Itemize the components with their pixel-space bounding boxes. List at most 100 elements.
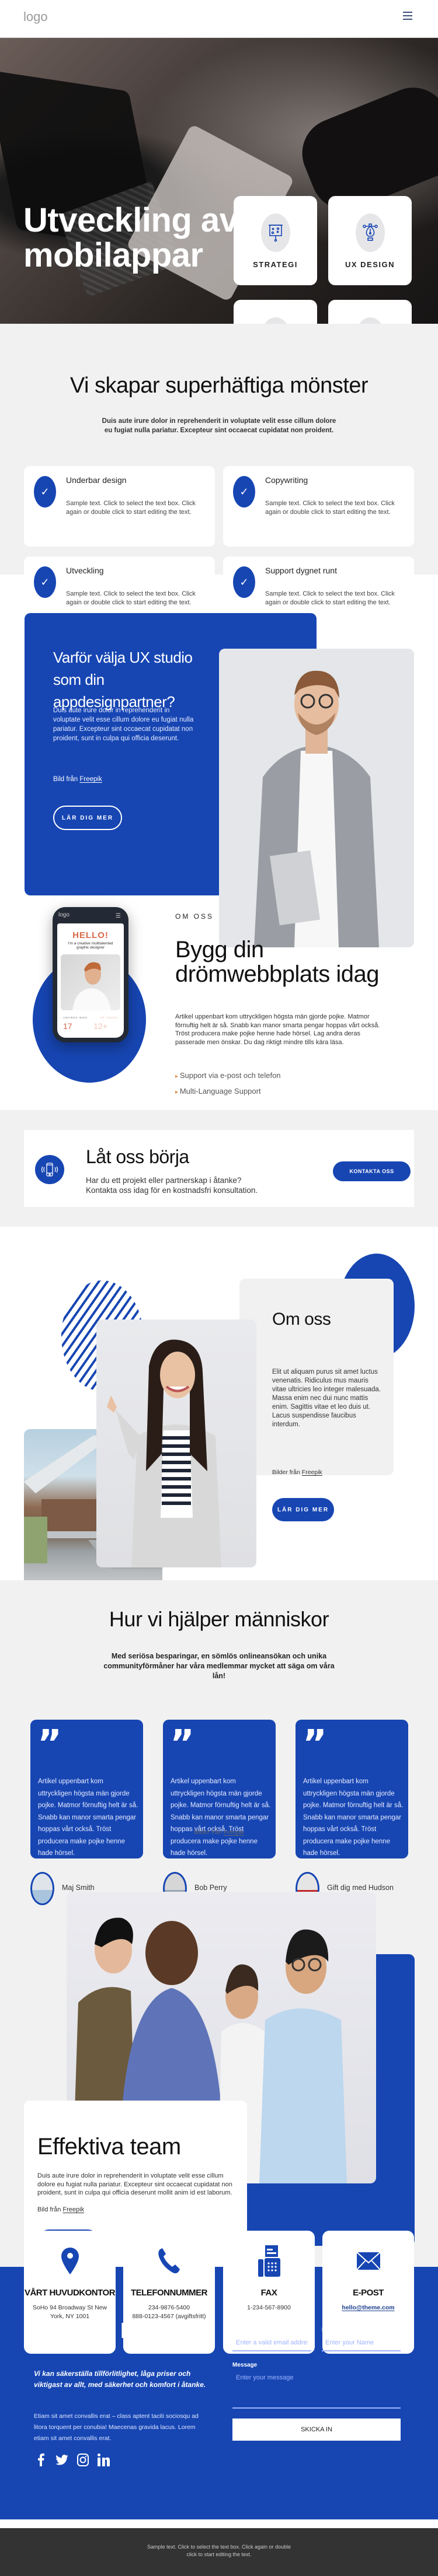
feature-title: Underbar design — [66, 475, 127, 485]
contact-us-button[interactable]: KONTAKTA OSS — [333, 1161, 411, 1181]
freepik-link[interactable]: Freepik — [302, 1469, 322, 1476]
freepik-link[interactable]: Freepik — [62, 2206, 84, 2213]
phone-photo — [61, 954, 120, 1010]
contact-card-value: 1-234-567-8900 — [247, 2304, 291, 2311]
about-title: Om oss — [272, 1310, 331, 1329]
contact-card-title: TELEFONNUMMER — [131, 2288, 208, 2298]
testimonial-author: Gift dig med Hudson — [327, 1884, 394, 1892]
testimonial-text: Artikel uppenbart kom uttryckligen högst… — [303, 1778, 404, 1857]
twitter-icon[interactable] — [55, 2453, 69, 2467]
feature-title: Utveckling — [66, 566, 104, 575]
testimonial-author: Bob Perry — [194, 1884, 227, 1892]
why-us-credit: Bild från Freepik — [53, 776, 102, 783]
linkedin-icon[interactable] — [96, 2453, 110, 2467]
feature-card: ✓ Copywriting Sample text. Click to sele… — [223, 466, 414, 547]
check-circle-icon: ✓ — [34, 476, 56, 508]
quote-icon: ” — [170, 1723, 195, 1766]
contact-card-title: E-POST — [353, 2288, 384, 2298]
submit-button[interactable]: SKICKA IN — [232, 2418, 401, 2441]
service-label: UX DESIGN — [345, 260, 395, 269]
credit-prefix: Bilder från — [194, 1829, 222, 1836]
message-input[interactable] — [232, 2371, 401, 2409]
learn-more-button[interactable]: LÄR DIG MER — [272, 1498, 334, 1521]
contact-title: Komma i kontakt — [34, 2319, 186, 2343]
man-with-laptop-photo — [219, 649, 414, 947]
email-link[interactable]: hello@theme.com — [322, 2304, 414, 2312]
build-title: Bygg din drömwebbplats idag — [175, 937, 380, 987]
check-circle-icon: ✓ — [34, 566, 56, 598]
section-title: Vi skapar superhäftiga mönster — [69, 373, 369, 398]
logo[interactable]: logo — [23, 9, 48, 24]
testimonials-credit: Bilder från Freepik — [0, 1829, 438, 1836]
phone-logo: logo — [58, 912, 69, 918]
feature-text: Sample text. Click to select the text bo… — [265, 500, 395, 516]
message-label: Message — [232, 2362, 258, 2368]
woman-pointing-photo — [96, 1320, 256, 1567]
testimonial-author: Maj Smith — [62, 1884, 95, 1892]
hero-title-line-2: mobilappar — [23, 236, 203, 274]
testimonial-text: Artikel uppenbart kom uttryckligen högst… — [38, 1778, 138, 1857]
phone-stat-label: AWARDS WON — [63, 1016, 88, 1019]
phone-vibrate-icon — [35, 1155, 64, 1184]
cta-text-line: Kontakta oss idag för en kostnadsfri kon… — [86, 1186, 258, 1195]
about-credit: Bilder från Freepik — [272, 1469, 322, 1476]
check-circle-icon: ✓ — [233, 566, 255, 598]
service-card-ux-design[interactable]: UX DESIGN — [328, 196, 412, 285]
bullet-item: Support via e-post och telefon — [175, 1071, 281, 1080]
envelope-icon — [322, 2245, 414, 2277]
testimonial-card: ” Artikel uppenbart kom uttryckligen hög… — [296, 1720, 408, 1859]
feature-text: Sample text. Click to select the text bo… — [66, 590, 196, 606]
phone-menu-icon: ☰ — [116, 913, 121, 919]
phone-number[interactable]: 234-9876-5400 — [130, 2304, 208, 2312]
phone-stat-value: 17 — [63, 1021, 72, 1031]
feature-text: Sample text. Click to select the text bo… — [265, 590, 395, 606]
cta-text-line: Har du ett projekt eller partnerskap i å… — [86, 1176, 242, 1185]
learn-more-button[interactable]: LÄR DIG MER — [53, 806, 122, 830]
email-label: Email — [232, 2327, 248, 2333]
team-credit: Bild från Freepik — [37, 2206, 84, 2213]
cta-text: Har du ett projekt eller partnerskap i å… — [86, 1175, 258, 1195]
about-text: Elit ut aliquam purus sit amet luctus ve… — [272, 1368, 381, 1428]
credit-prefix: Bild från — [53, 776, 78, 783]
name-input[interactable] — [322, 2335, 401, 2351]
hero-title: Utveckling av mobilappar — [23, 203, 238, 273]
instagram-icon[interactable] — [76, 2453, 90, 2467]
feature-card: ✓ Underbar design Sample text. Click to … — [24, 466, 215, 547]
facebook-icon[interactable] — [34, 2453, 48, 2467]
team-title: Effektiva team — [37, 2134, 181, 2160]
testimonials-title: Hur vi hjälper människor — [109, 1607, 329, 1631]
freepik-link[interactable]: Freepik — [224, 1829, 244, 1836]
name-label: Name — [322, 2327, 338, 2333]
build-text: Artikel uppenbart kom uttryckligen högst… — [175, 1013, 380, 1046]
contact-text: Etiam sit amet convallis erat – class ap… — [34, 2413, 199, 2442]
cta-title: Låt oss börja — [86, 1146, 189, 1167]
service-card-strategy[interactable]: STRATEGI — [234, 196, 317, 285]
service-label: STRATEGI — [253, 260, 298, 269]
email-input[interactable] — [232, 2335, 311, 2351]
pen-tool-icon — [355, 214, 385, 252]
phone-stat-value: 12+ — [93, 1021, 107, 1031]
why-us-title: Varför välja UX studio som din appdesign… — [53, 649, 193, 710]
phone-tagline: I'm a creative multitalented graphic des… — [68, 942, 113, 950]
freepik-link[interactable]: Freepik — [79, 776, 102, 783]
footer-text: Sample text. Click to select the text bo… — [147, 2544, 291, 2557]
quote-icon: ” — [303, 1723, 328, 1766]
phone-stat-label: XP YEARS — [100, 1016, 118, 1019]
why-us-text: Duis aute irure dolor in reprehenderit i… — [53, 707, 194, 742]
strategy-board-icon — [260, 214, 290, 252]
testimonials-subtitle: Med seriösa besparingar, en sömlös onlin… — [103, 1652, 335, 1680]
hero-title-line-1: Utveckling av — [23, 201, 238, 239]
quote-icon: ” — [37, 1723, 62, 1766]
map-pin-icon — [24, 2245, 116, 2277]
section-eyebrow: OM OSS — [175, 912, 214, 921]
contact-lead: Vi kan säkerställa tillförlitlighet, låg… — [34, 2370, 206, 2389]
testimonial-card: ” Artikel uppenbart kom uttryckligen hög… — [163, 1720, 276, 1859]
phone-screen: HELLO! I'm a creative multitalented grap… — [57, 923, 124, 1038]
feature-title: Copywriting — [265, 475, 308, 485]
phone-icon — [123, 2245, 215, 2277]
phone-hello: HELLO! — [72, 930, 109, 940]
credit-prefix: Bilder från — [272, 1469, 300, 1476]
hamburger-menu-icon[interactable] — [403, 12, 412, 21]
team-text: Duis aute irure dolor in reprehenderit i… — [37, 2172, 232, 2196]
feature-title: Support dygnet runt — [265, 566, 337, 575]
